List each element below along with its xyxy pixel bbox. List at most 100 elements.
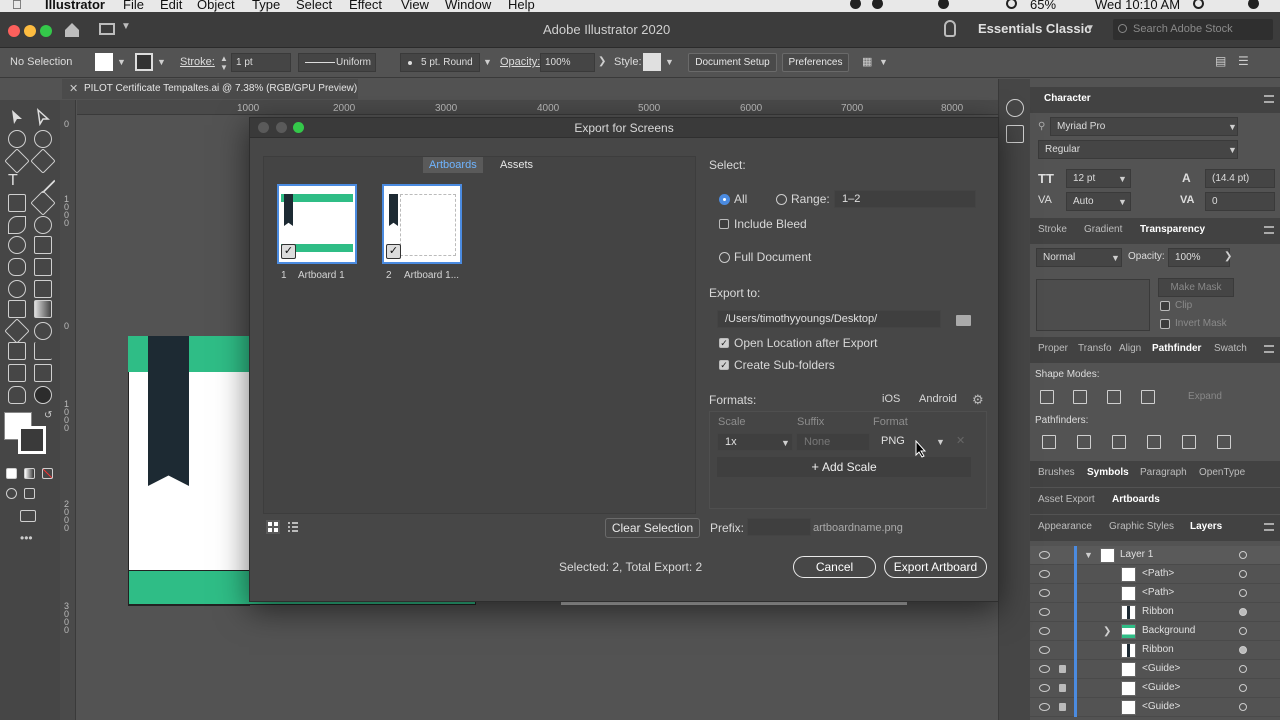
perspective-grid-icon[interactable] [34, 280, 52, 298]
menu-window[interactable]: Window [445, 0, 491, 12]
target-circle-icon[interactable] [1239, 627, 1247, 635]
arrange-documents-icon[interactable] [99, 23, 115, 35]
full-document-label[interactable]: Full Document [734, 250, 811, 264]
export-artboard-button[interactable]: Export Artboard [884, 556, 987, 578]
chevron-right-icon[interactable]: ❯ [598, 56, 606, 67]
variable-width-profile[interactable]: Uniform [298, 53, 376, 72]
scale-tool-icon[interactable] [34, 236, 52, 254]
arrange-icon[interactable]: ▦ [862, 55, 872, 68]
layer-name[interactable]: <Path> [1142, 587, 1174, 598]
grid-view-icon[interactable] [266, 520, 280, 534]
lock-icon[interactable] [1059, 665, 1066, 673]
font-style-field[interactable]: Regular [1038, 140, 1238, 159]
apple-menu-icon[interactable]:  [12, 0, 22, 12]
spotlight-icon[interactable] [1193, 0, 1204, 9]
lightbulb-icon[interactable] [944, 20, 956, 37]
visibility-eye-icon[interactable] [1039, 703, 1050, 711]
chevron-right-icon[interactable]: ❯ [1224, 251, 1232, 262]
menu-effect[interactable]: Effect [349, 0, 382, 12]
close-icon[interactable]: ✕ [69, 79, 78, 99]
visibility-eye-icon[interactable] [1039, 684, 1050, 692]
stepper-icon[interactable]: ▲ ▼ [220, 54, 228, 72]
outline-icon[interactable] [1182, 435, 1196, 449]
rotate-tool-icon[interactable] [8, 236, 26, 254]
menu-edit[interactable]: Edit [160, 0, 182, 12]
cancel-button[interactable]: Cancel [793, 556, 876, 578]
folder-icon[interactable] [956, 315, 971, 326]
paintbrush-icon[interactable] [30, 190, 56, 216]
panel-menu-icon[interactable]: ☰ [1238, 54, 1249, 68]
make-mask-button[interactable]: Make Mask [1158, 278, 1234, 297]
close-window-icon[interactable] [8, 25, 20, 37]
layer-row[interactable]: Ribbon [1030, 641, 1280, 660]
visibility-eye-icon[interactable] [1039, 589, 1050, 597]
stroke-color-swatch[interactable] [18, 426, 46, 454]
menubar-clock[interactable]: Wed 10:10 AM [1095, 0, 1180, 12]
chevron-down-icon[interactable]: ▼ [879, 57, 888, 67]
tab-appearance[interactable]: Appearance [1038, 521, 1092, 532]
radio-full-document[interactable] [719, 252, 730, 263]
chevron-down-icon[interactable]: ▼ [1085, 23, 1095, 34]
prefix-input[interactable] [747, 518, 811, 536]
selection-tool-icon[interactable] [8, 108, 26, 126]
layer-name[interactable]: Ribbon [1142, 606, 1174, 617]
chevron-down-icon[interactable]: ▼ [1228, 145, 1237, 155]
siri-icon[interactable] [1248, 0, 1259, 9]
document-setup-button[interactable]: Document Setup [688, 53, 777, 72]
more-tools-icon[interactable]: ••• [20, 532, 36, 544]
open-location-label[interactable]: Open Location after Export [734, 336, 877, 350]
tab-artboards[interactable]: Artboards [1112, 494, 1160, 505]
crop-icon[interactable] [1147, 435, 1161, 449]
menu-file[interactable]: File [123, 0, 144, 12]
menu-select[interactable]: Select [296, 0, 332, 12]
type-tool-icon[interactable]: T [8, 172, 26, 190]
free-transform-icon[interactable] [34, 258, 52, 276]
draw-normal-icon[interactable] [6, 488, 17, 499]
tab-brushes[interactable]: Brushes [1038, 467, 1075, 478]
record-icon[interactable] [850, 0, 861, 9]
layer-row[interactable]: <Guide> [1030, 679, 1280, 698]
visibility-eye-icon[interactable] [1039, 646, 1050, 654]
tab-transparency[interactable]: Transparency [1140, 224, 1205, 235]
radio-range[interactable] [776, 194, 787, 205]
draw-mode-icon[interactable] [24, 488, 35, 499]
tab-symbols[interactable]: Symbols [1087, 467, 1129, 478]
chevron-down-icon[interactable]: ▼ [121, 21, 131, 32]
tab-properties[interactable]: Proper [1038, 343, 1068, 354]
blend-tool-icon[interactable] [34, 322, 52, 340]
chevron-down-icon[interactable]: ▼ [665, 57, 674, 67]
layer-name[interactable]: Ribbon [1142, 644, 1174, 655]
artboard-thumbnail[interactable]: ✓ [277, 184, 357, 264]
layer-row[interactable]: ❯ Background [1030, 622, 1280, 641]
visibility-eye-icon[interactable] [1039, 627, 1050, 635]
merge-icon[interactable] [1112, 435, 1126, 449]
chevron-down-icon[interactable]: ▼ [1228, 122, 1237, 132]
target-circle-icon[interactable] [1239, 646, 1247, 654]
gear-icon[interactable]: ⚙ [972, 392, 984, 408]
direct-selection-tool-icon[interactable] [34, 108, 52, 127]
visibility-eye-icon[interactable] [1039, 665, 1050, 673]
include-bleed-label[interactable]: Include Bleed [734, 217, 807, 231]
none-mode-icon[interactable] [42, 468, 53, 479]
thumbnail-checkbox[interactable]: ✓ [281, 244, 296, 259]
panel-opacity-field[interactable]: 100% [1168, 248, 1230, 267]
radio-range-label[interactable]: Range: [791, 192, 830, 206]
target-circle-icon[interactable] [1239, 608, 1247, 616]
layer-name[interactable]: Layer 1 [1120, 549, 1153, 560]
layer-row[interactable]: <Path> [1030, 565, 1280, 584]
target-circle-icon[interactable] [1239, 551, 1247, 559]
artboard-name[interactable]: Artboard 1... [404, 270, 459, 281]
layer-row[interactable]: Ribbon [1030, 603, 1280, 622]
layer-name[interactable]: <Path> [1142, 568, 1174, 579]
status-icon[interactable] [938, 0, 949, 9]
layer-row[interactable]: <Path> [1030, 584, 1280, 603]
chevron-down-icon[interactable]: ▼ [483, 57, 492, 67]
column-graph-icon[interactable] [34, 342, 52, 360]
export-path-field[interactable]: /Users/timothyyoungs/Desktop/ [717, 310, 941, 328]
chevron-down-icon[interactable]: ▼ [1118, 174, 1127, 184]
document-tab[interactable]: ✕ PILOT Certificate Tempaltes.ai @ 7.38%… [62, 79, 358, 99]
target-circle-icon[interactable] [1239, 665, 1247, 673]
width-tool-icon[interactable] [8, 258, 26, 276]
add-scale-button[interactable]: + Add Scale [717, 457, 971, 477]
tab-swatches[interactable]: Swatch [1214, 343, 1247, 354]
